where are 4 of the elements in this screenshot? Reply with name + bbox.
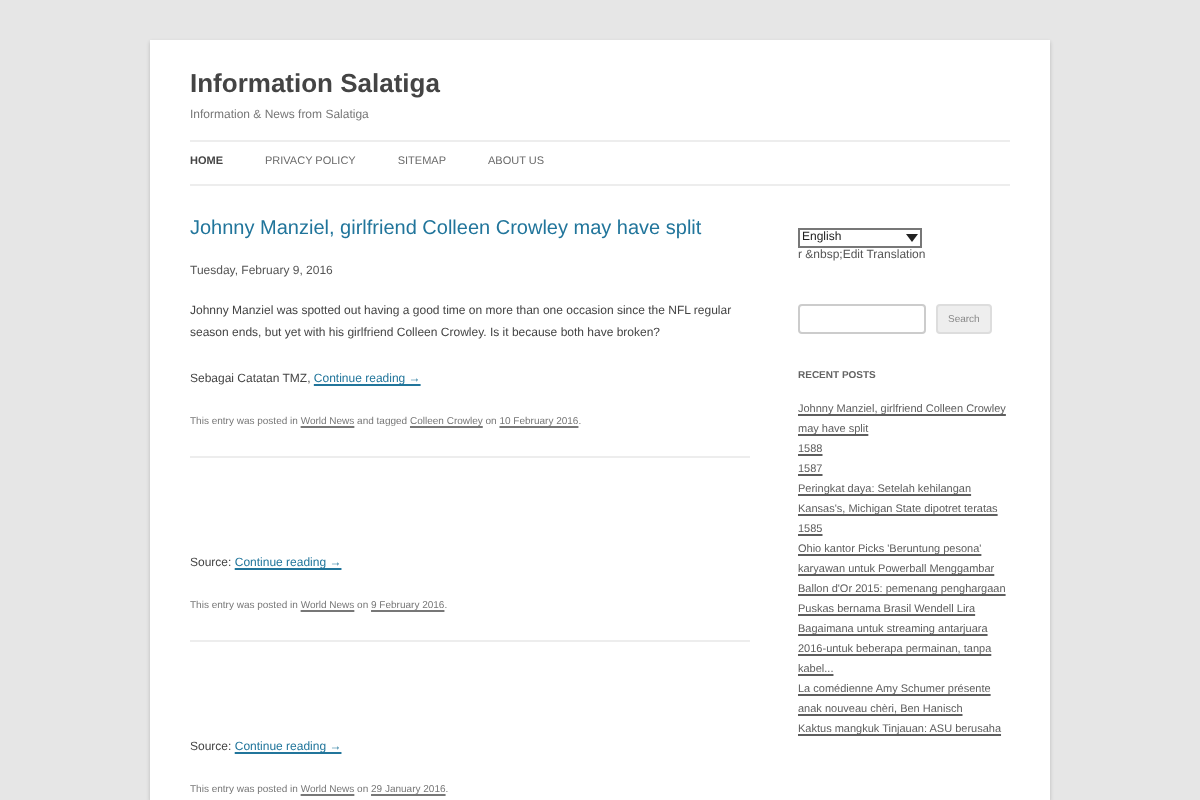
site-title[interactable]: Information Salatiga xyxy=(190,68,1010,98)
dropdown-arrow-icon xyxy=(906,234,918,242)
search-field[interactable] xyxy=(798,304,926,334)
post-title[interactable]: Johnny Manziel, girlfriend Colleen Crowley may have split xyxy=(190,218,750,240)
